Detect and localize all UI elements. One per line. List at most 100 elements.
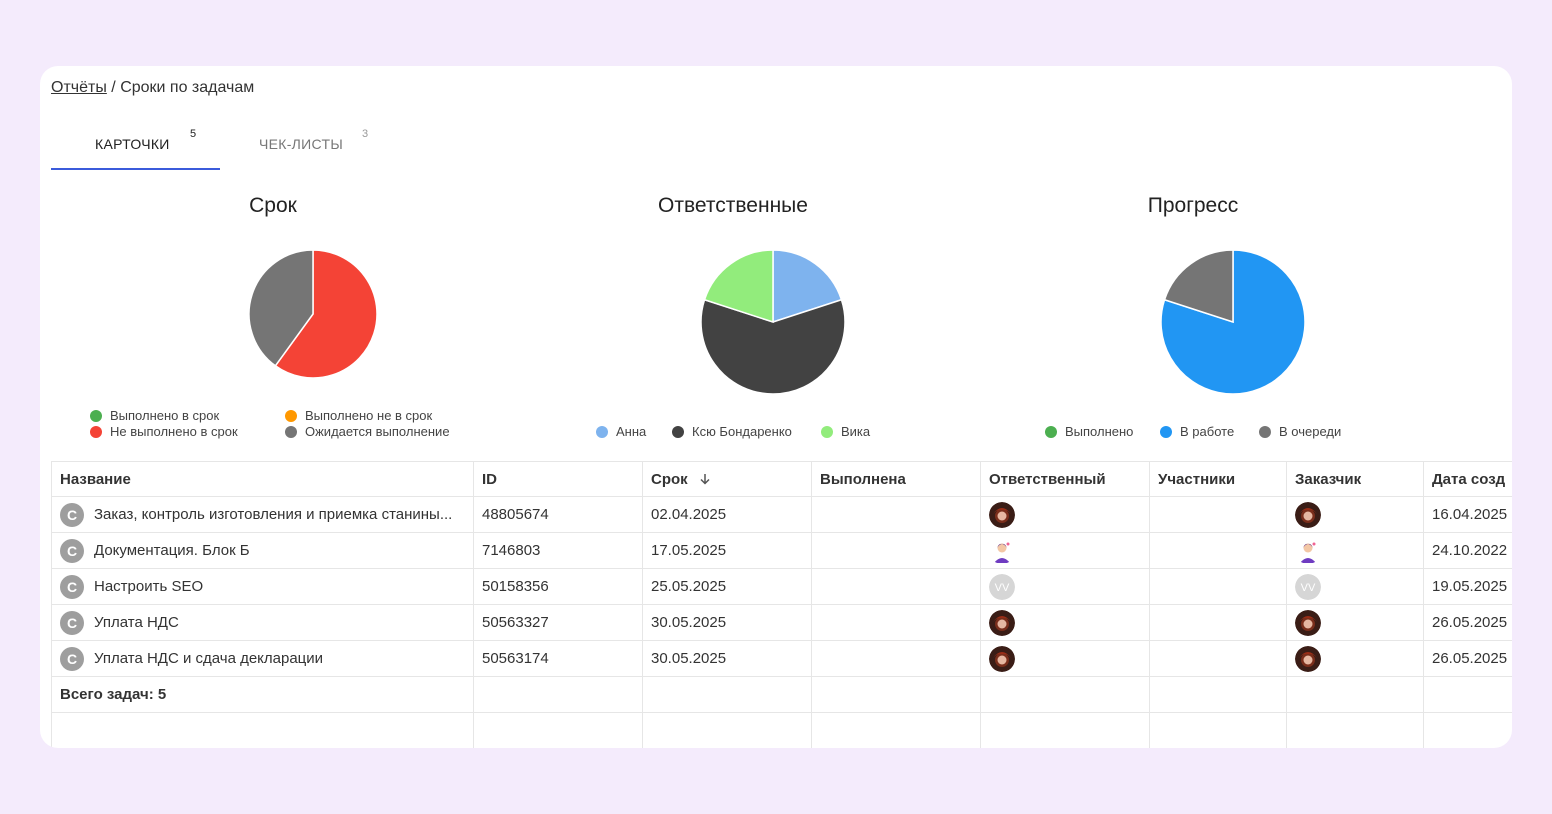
cell-name[interactable]: С Уплата НДС <box>51 604 474 641</box>
task-type-icon: С <box>60 538 84 563</box>
chart-progress: Прогресс Выполнено В работе В очереди <box>973 190 1413 450</box>
customer-avatar[interactable] <box>1295 537 1415 564</box>
empty-cell <box>980 676 1150 713</box>
empty-cell <box>1286 712 1424 748</box>
task-title[interactable]: Заказ, контроль изготовления и приемка с… <box>94 506 452 523</box>
cell-name[interactable]: С Заказ, контроль изготовления и приемка … <box>51 496 474 533</box>
table-row[interactable]: С Уплата НДС 50563327 30.05.2025 26.05.2025 <box>51 604 1512 641</box>
breadcrumb-separator: / <box>106 79 121 96</box>
legend-item-anna: Анна <box>596 424 646 439</box>
empty-cell <box>473 712 643 748</box>
table-row[interactable]: С Уплата НДС и сдача декларации 50563174 30… <box>51 640 1512 677</box>
table-row[interactable]: С Настроить SEO 50158356 25.05.2025 VV VV 19.0… <box>51 568 1512 605</box>
cell-done <box>811 604 981 641</box>
empty-cell <box>1286 676 1424 713</box>
column-header-name[interactable]: Название <box>51 461 474 497</box>
cell-due: 02.04.2025 <box>642 496 812 533</box>
empty-cell <box>811 712 981 748</box>
cell-name[interactable]: С Документация. Блок Б <box>51 532 474 569</box>
cell-customer <box>1286 604 1424 641</box>
task-title[interactable]: Документация. Блок Б <box>94 542 250 559</box>
breadcrumb-current: Сроки по задачам <box>120 79 255 96</box>
table-row[interactable]: С Заказ, контроль изготовления и приемка … <box>51 496 1512 533</box>
legend-dot <box>285 409 297 422</box>
column-header-assignee[interactable]: Ответственный <box>980 461 1150 497</box>
legend-label: Ксю Бондаренко <box>692 424 792 439</box>
legend-item-vika: Вика <box>821 424 870 439</box>
customer-avatar[interactable] <box>1295 501 1415 528</box>
cell-done <box>811 640 981 677</box>
cell-participants <box>1149 640 1287 677</box>
task-type-icon: С <box>60 646 84 671</box>
empty-cell <box>1149 712 1287 748</box>
column-header-id[interactable]: ID <box>473 461 643 497</box>
legend-item-completed: Выполнено <box>1045 424 1133 439</box>
chart-assignees-svg <box>700 249 846 395</box>
customer-avatar[interactable] <box>1295 609 1415 636</box>
legend-label: Ожидается выполнение <box>305 424 450 439</box>
assignee-avatar[interactable] <box>989 537 1141 564</box>
cell-done <box>811 532 981 569</box>
cell-assignee: VV <box>980 568 1150 605</box>
legend-dot <box>90 409 102 422</box>
breadcrumb: Отчёты / Сроки по задачам <box>51 79 254 97</box>
customer-avatar[interactable]: VV <box>1295 573 1415 600</box>
column-header-done[interactable]: Выполнена <box>811 461 981 497</box>
cell-assignee <box>980 532 1150 569</box>
cell-name[interactable]: С Уплата НДС и сдача декларации <box>51 640 474 677</box>
tasks-table: Название ID Срок Выполнена Ответственный… <box>51 461 1512 748</box>
cell-created: 19.05.2025 <box>1423 568 1512 605</box>
customer-avatar[interactable] <box>1295 645 1415 672</box>
table-row[interactable]: С Документация. Блок Б 7146803 17.05.2025 24… <box>51 532 1512 569</box>
legend-dot <box>1045 425 1057 438</box>
legend-label: Не выполнено в срок <box>110 424 238 439</box>
breadcrumb-link-reports[interactable]: Отчёты <box>51 79 107 96</box>
chart-deadline: Срок Выполнено в срок Не выполнено в сро… <box>53 190 493 450</box>
cell-name[interactable]: С Настроить SEO <box>51 568 474 605</box>
cell-id: 50158356 <box>473 568 643 605</box>
chart-deadline-title: Срок <box>249 194 297 217</box>
svg-text:VV: VV <box>995 582 1010 594</box>
legend-label: Вика <box>841 424 871 439</box>
task-title[interactable]: Настроить SEO <box>94 578 203 595</box>
tab-checklists[interactable]: Чек-листы 3 <box>220 124 390 170</box>
assignee-avatar[interactable] <box>989 501 1141 528</box>
assignee-avatar[interactable]: VV <box>989 573 1141 600</box>
tab-checklists-label: Чек-листы <box>259 136 344 152</box>
cell-due: 30.05.2025 <box>642 604 812 641</box>
task-type-icon: С <box>60 502 84 527</box>
cell-id: 50563174 <box>473 640 643 677</box>
task-title[interactable]: Уплата НДС <box>94 614 179 631</box>
column-header-due[interactable]: Срок <box>642 461 812 497</box>
column-header-created[interactable]: Дата созд <box>1423 461 1512 497</box>
column-header-customer[interactable]: Заказчик <box>1286 461 1424 497</box>
assignee-avatar[interactable] <box>989 645 1141 672</box>
table-header-row: Название ID Срок Выполнена Ответственный… <box>51 461 1512 497</box>
legend-item-queued: В очереди <box>1259 424 1341 439</box>
task-type-icon: С <box>60 574 84 599</box>
column-header-participants[interactable]: Участники <box>1149 461 1287 497</box>
task-title[interactable]: Уплата НДС и сдача декларации <box>94 650 323 667</box>
cell-customer <box>1286 640 1424 677</box>
legend-label: В очереди <box>1279 424 1342 439</box>
cell-due: 17.05.2025 <box>642 532 812 569</box>
total-count: Всего задач: 5 <box>51 676 474 713</box>
cell-done <box>811 496 981 533</box>
assignee-avatar[interactable] <box>989 609 1141 636</box>
arrow-down-icon[interactable] <box>698 472 712 486</box>
tab-checklists-count: 3 <box>362 128 369 140</box>
cell-created: 26.05.2025 <box>1423 640 1512 677</box>
task-type-icon: С <box>60 610 84 635</box>
empty-cell <box>1149 676 1287 713</box>
legend-label: В работе <box>1180 424 1235 439</box>
legend-dot <box>672 425 684 438</box>
legend-item-done-late: Выполнено не в срок <box>285 408 432 423</box>
cell-done <box>811 568 981 605</box>
report-card: Отчёты / Сроки по задачам Карточки 5 Чек… <box>40 66 1512 748</box>
task-name: С Документация. Блок Б <box>60 538 465 563</box>
cell-customer <box>1286 496 1424 533</box>
tab-cards[interactable]: Карточки 5 <box>51 124 220 170</box>
table-filler-row <box>51 712 1512 748</box>
legend-item-in-progress: В работе <box>1160 424 1234 439</box>
empty-cell <box>811 676 981 713</box>
